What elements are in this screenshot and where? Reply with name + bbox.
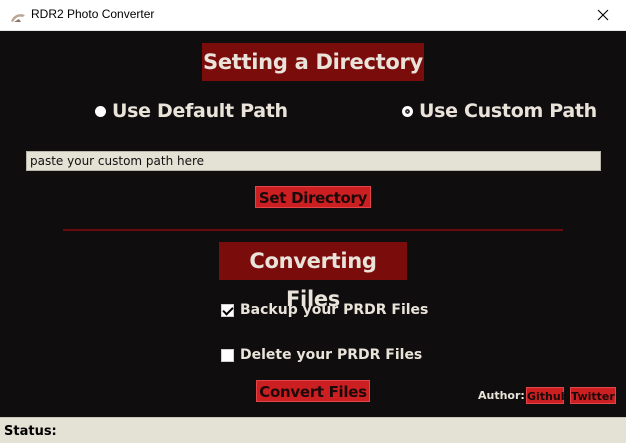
radio-custom-label: Use Custom Path [419, 100, 597, 122]
radio-default-label: Use Default Path [112, 100, 288, 122]
converting-section-title: Converting Files [219, 242, 407, 311]
delete-checkbox-label: Delete your PRDR Files [240, 347, 423, 363]
status-bar: Status: [0, 417, 626, 443]
radio-custom-path[interactable]: Use Custom Path [402, 98, 597, 124]
delete-checkbox-row[interactable]: Delete your PRDR Files [221, 345, 422, 365]
backup-checkbox-label: Backup your PRDR Files [240, 302, 429, 318]
backup-checkbox[interactable] [221, 303, 234, 317]
title-bar: RDR2 Photo Converter [0, 0, 626, 31]
radio-default-path[interactable]: Use Default Path [95, 98, 288, 124]
app-icon [10, 9, 26, 22]
directory-section-title: Setting a Directory [202, 43, 424, 81]
backup-checkbox-row[interactable]: Backup your PRDR Files [221, 300, 428, 320]
custom-path-input[interactable] [26, 151, 601, 171]
close-button[interactable] [580, 0, 626, 31]
main-panel: Setting a Directory Use Default Path Use… [0, 31, 626, 417]
twitter-button[interactable]: Twitter [570, 387, 616, 404]
delete-checkbox[interactable] [221, 348, 234, 362]
window-title: RDR2 Photo Converter [31, 7, 155, 21]
convert-files-button[interactable]: Convert Files [256, 380, 370, 402]
status-label: Status: [4, 424, 57, 439]
close-icon [597, 6, 609, 25]
author-label: Author: [478, 389, 525, 402]
section-divider [63, 229, 563, 231]
radio-custom-indicator[interactable] [402, 105, 413, 117]
radio-default-indicator[interactable] [95, 105, 106, 117]
github-button[interactable]: Github [526, 387, 569, 404]
set-directory-button[interactable]: Set Directory [255, 186, 371, 208]
